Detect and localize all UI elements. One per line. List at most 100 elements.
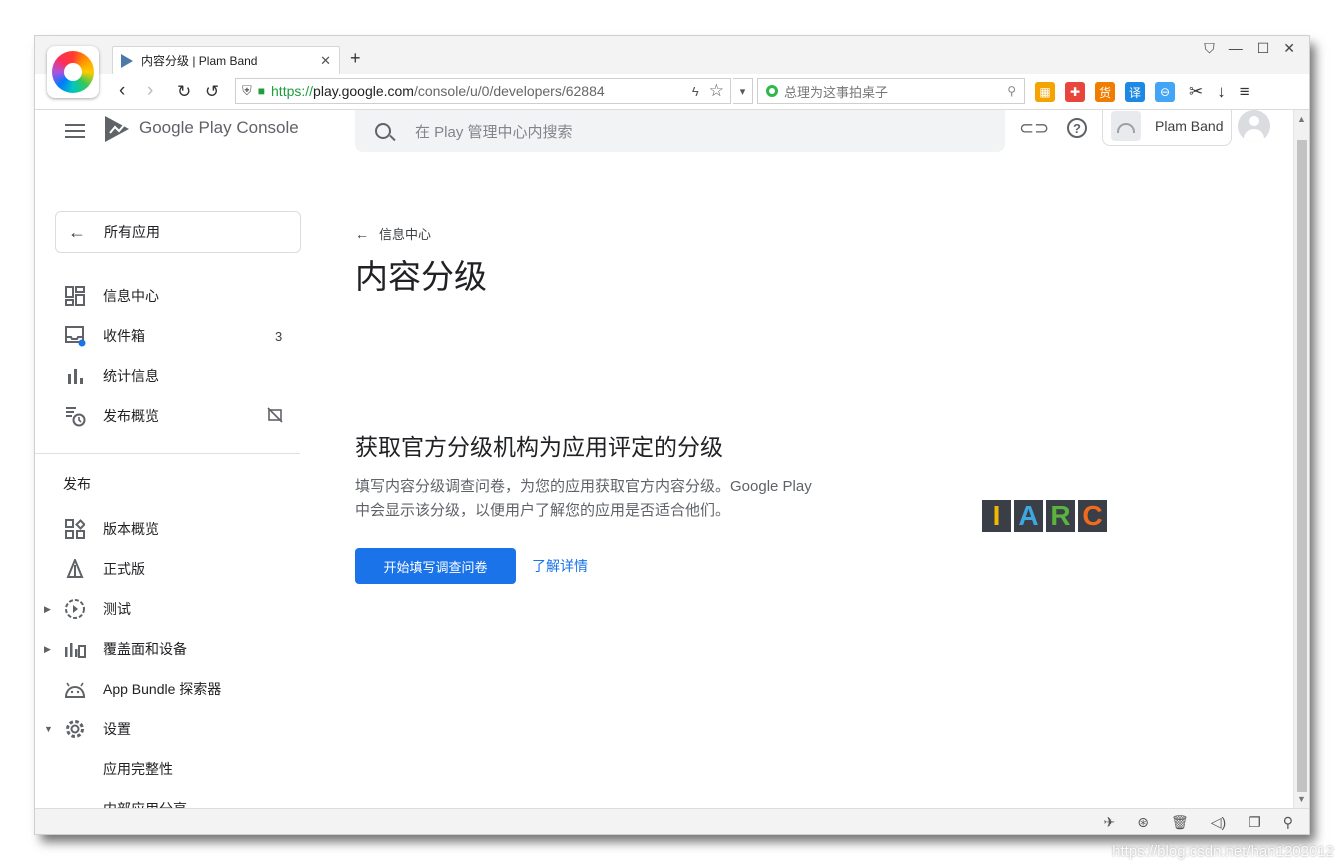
sidebar-section-release: 发布 xyxy=(63,476,91,492)
scroll-up-icon[interactable]: ▲ xyxy=(1297,114,1306,124)
status-bar: ✈ ⊛ 🗑︎ ◁) ❐ ⚲ xyxy=(35,808,1309,834)
dashboard-icon xyxy=(63,284,87,308)
address-dropdown-icon[interactable]: ▾ xyxy=(733,78,753,104)
sidebar-item-settings[interactable]: ▼ 设置 xyxy=(35,709,300,749)
browser-menu-icon[interactable]: ≡ xyxy=(1240,82,1250,102)
browser-logo[interactable] xyxy=(47,46,99,98)
game-ext-icon[interactable]: ✚ xyxy=(1065,82,1085,102)
arrow-back-icon: ← xyxy=(355,225,369,242)
all-apps-button[interactable]: ← 所有应用 xyxy=(55,211,301,253)
sound-icon[interactable]: ◁) xyxy=(1211,814,1226,831)
sidebar-item-label: 测试 xyxy=(103,601,131,617)
sidebar-item-label: 信息中心 xyxy=(103,288,159,304)
download-icon[interactable]: ↓ xyxy=(1217,82,1226,102)
avatar[interactable] xyxy=(1238,110,1270,142)
iarc-letter: A xyxy=(1014,500,1043,532)
learn-more-link[interactable]: 了解详情 xyxy=(532,556,588,576)
help-icon[interactable]: ? xyxy=(1067,118,1087,138)
vertical-scrollbar[interactable]: ▲ ▼ xyxy=(1293,110,1309,808)
window-icon[interactable]: ❐ xyxy=(1248,814,1261,831)
google-play-console-logo-icon xyxy=(105,116,129,142)
maximize-icon[interactable]: ☐ xyxy=(1257,40,1270,57)
reload-icon[interactable]: ↻ xyxy=(177,82,191,102)
publish-schedule-icon xyxy=(63,404,87,428)
tab-close-icon[interactable]: ✕ xyxy=(320,53,331,69)
testing-icon xyxy=(63,597,87,621)
expand-more-icon[interactable]: ▶ xyxy=(44,644,51,655)
scroll-down-icon[interactable]: ▼ xyxy=(1297,794,1306,804)
breadcrumb[interactable]: ← 信息中心 xyxy=(355,224,431,243)
sidebar-subitem-label: 内部应用分享 xyxy=(103,799,187,808)
sidebar-item-dashboard[interactable]: 信息中心 xyxy=(35,276,300,316)
tab-title: 内容分级 | Plam Band xyxy=(141,54,258,68)
sidebar-item-app-bundle-explorer[interactable]: App Bundle 探索器 xyxy=(35,669,300,709)
all-apps-label: 所有应用 xyxy=(104,224,160,240)
sidebar-item-label: 正式版 xyxy=(103,561,145,577)
pin-icon[interactable]: ✈ xyxy=(1103,814,1115,831)
start-questionnaire-button[interactable]: 开始填写调查问卷 xyxy=(355,548,516,584)
address-bar[interactable]: ⛨ ■ https:// play.google.com /console/u/… xyxy=(235,78,731,104)
block-ext-icon[interactable]: ⊖ xyxy=(1155,82,1175,102)
android-icon xyxy=(63,677,87,701)
iarc-letter: I xyxy=(982,500,1011,532)
zoom-icon[interactable]: ⚲ xyxy=(1283,814,1293,831)
forward-icon[interactable]: › xyxy=(147,80,153,102)
url-path: /console/u/0/developers/62884 xyxy=(413,83,605,99)
sidebar-item-label: 设置 xyxy=(103,721,131,737)
undo-icon[interactable]: ↺ xyxy=(205,82,219,102)
skin-icon[interactable]: ⛉ xyxy=(1204,40,1215,57)
tab-bar: 内容分级 | Plam Band ✕ + ⛉ — ☐ ✕ xyxy=(35,36,1309,98)
sidebar-item-reach-devices[interactable]: ▶ 覆盖面和设备 xyxy=(35,629,300,669)
link-icon[interactable]: ⊂⊃ xyxy=(1019,118,1049,139)
minimize-icon[interactable]: — xyxy=(1229,40,1243,57)
url-scheme: https:// xyxy=(271,83,314,99)
accelerate-icon[interactable]: ⊛ xyxy=(1137,814,1149,831)
sidebar-subitem-label: 应用完整性 xyxy=(103,761,173,777)
url-host: play.google.com xyxy=(313,83,414,99)
sidebar-subitem-internal-sharing[interactable]: 内部应用分享 xyxy=(35,789,300,808)
scissors-icon[interactable]: ✂ xyxy=(1189,82,1203,102)
sidebar-item-label: 发布概览 xyxy=(103,408,159,424)
sidebar-item-release-overview[interactable]: 版本概览 xyxy=(35,509,300,549)
sidebar-divider xyxy=(35,453,300,454)
search-engine-icon xyxy=(766,85,778,97)
expand-less-icon[interactable]: ▼ xyxy=(44,724,53,734)
close-window-icon[interactable]: ✕ xyxy=(1283,40,1295,57)
iarc-logo: IARC xyxy=(982,500,1107,532)
shield-icon: ⛨ xyxy=(242,83,252,98)
sidebar-item-label: 收件箱 xyxy=(103,328,145,344)
search-icon[interactable]: ⚲ xyxy=(1007,84,1016,98)
sidebar-item-production[interactable]: 正式版 xyxy=(35,549,300,589)
console-search-placeholder: 在 Play 管理中心内搜索 xyxy=(415,123,573,141)
bookmark-star-icon[interactable]: ☆ xyxy=(709,81,724,101)
lock-icon: ■ xyxy=(257,84,266,98)
sidebar-item-testing[interactable]: ▶ 测试 xyxy=(35,589,300,629)
tab-active[interactable]: 内容分级 | Plam Band ✕ xyxy=(112,46,340,74)
new-tab-button[interactable]: + xyxy=(350,48,361,69)
menu-icon[interactable] xyxy=(65,120,85,142)
scrollbar-thumb[interactable] xyxy=(1297,140,1307,792)
apps-ext-icon[interactable]: ▦ xyxy=(1035,82,1055,102)
google-play-favicon-icon xyxy=(121,53,133,68)
extension-icons: ▦ ✚ 货译 ⊖ ✂ ↓ ≡ xyxy=(1035,82,1250,102)
reach-devices-icon xyxy=(63,637,87,661)
sidebar-item-inbox[interactable]: 收件箱 3 xyxy=(35,316,300,356)
sidebar-item-statistics[interactable]: 统计信息 xyxy=(35,356,300,396)
developer-account-chip[interactable]: Plam Band xyxy=(1102,110,1232,146)
trash-icon[interactable]: 🗑︎ xyxy=(1171,814,1189,831)
browser-search-input[interactable]: 总理为这事拍桌子 ⚲ xyxy=(757,78,1025,104)
gear-icon xyxy=(63,717,87,741)
lightning-icon[interactable]: ϟ xyxy=(692,84,699,99)
console-search-input[interactable]: 在 Play 管理中心内搜索 xyxy=(355,110,1005,152)
console-brand: Google Play Console xyxy=(139,118,299,137)
translate-ext-icon[interactable]: 译 xyxy=(1125,82,1145,102)
sidebar-subitem-app-integrity[interactable]: 应用完整性 xyxy=(35,749,300,789)
page-content: Google Play Console 在 Play 管理中心内搜索 ⊂⊃ ? … xyxy=(35,110,1293,808)
sidebar-item-publishing-overview[interactable]: 发布概览 xyxy=(35,396,300,436)
inbox-count-badge: 3 xyxy=(275,328,283,344)
back-icon[interactable]: ‹ xyxy=(119,80,125,102)
coupon-ext-icon[interactable]: 货 xyxy=(1095,82,1115,102)
iarc-letter: R xyxy=(1046,500,1075,532)
browser-toolbar: ‹ › ↻ ↺ ⛨ ■ https:// play.google.com /co… xyxy=(35,74,1309,110)
expand-more-icon[interactable]: ▶ xyxy=(44,604,51,615)
